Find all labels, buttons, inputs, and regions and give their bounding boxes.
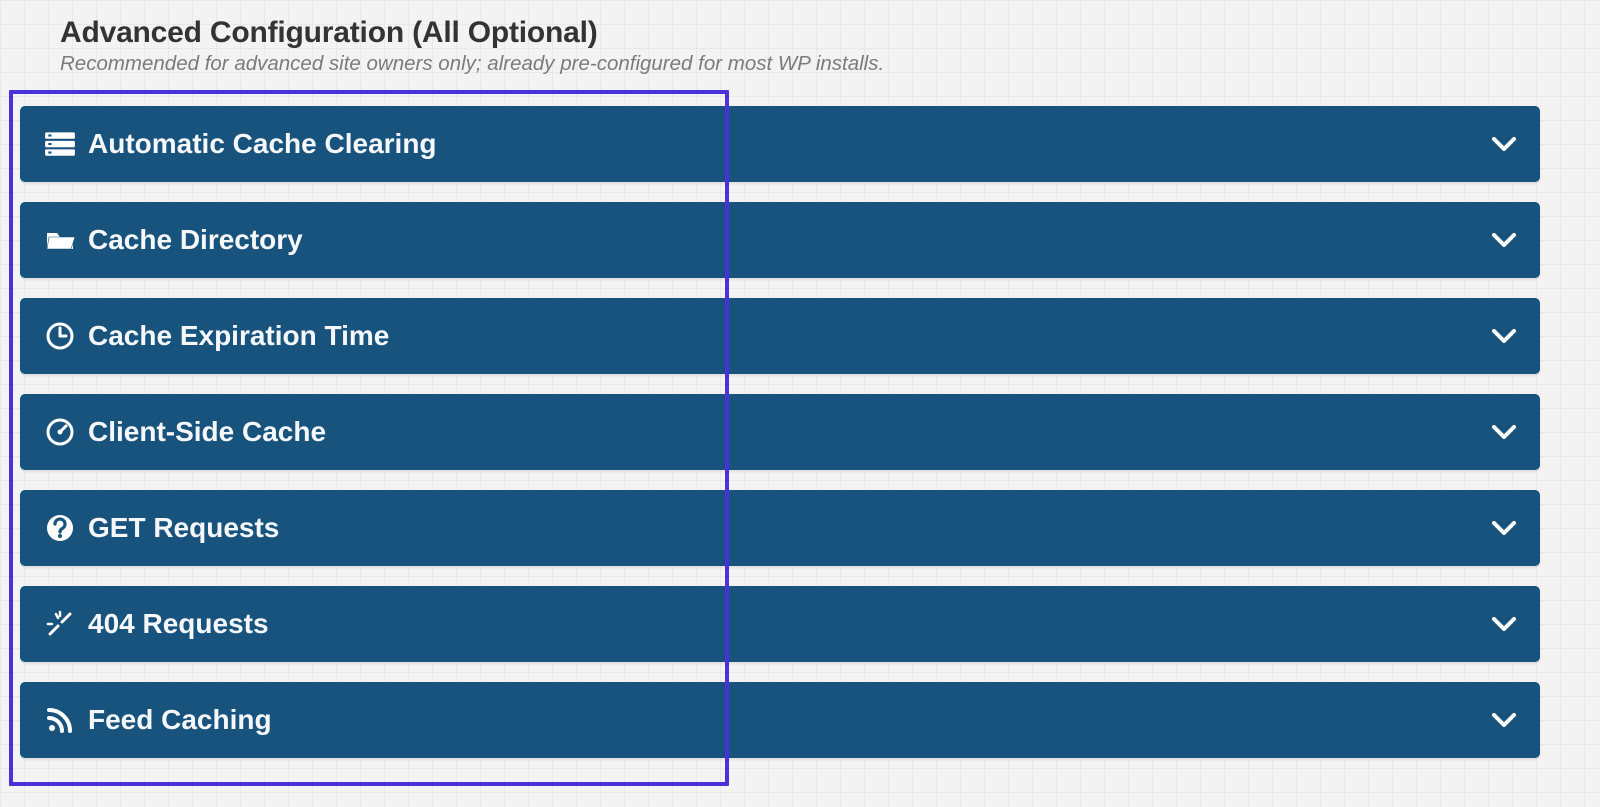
panel-automatic-cache-clearing[interactable]: Automatic Cache Clearing xyxy=(20,106,1540,182)
panel-cache-directory[interactable]: Cache Directory xyxy=(20,202,1540,278)
panel-cache-expiration-time[interactable]: Cache Expiration Time xyxy=(20,298,1540,374)
panel-label: Client-Side Cache xyxy=(88,416,326,448)
panel-client-side-cache[interactable]: Client-Side Cache xyxy=(20,394,1540,470)
panel-404-requests[interactable]: 404 Requests xyxy=(20,586,1540,662)
chevron-down-icon xyxy=(1490,419,1518,445)
question-circle-icon xyxy=(36,512,84,544)
broken-link-icon xyxy=(36,608,84,640)
section-title: Advanced Configuration (All Optional) xyxy=(60,16,1540,50)
panel-label: Cache Expiration Time xyxy=(88,320,389,352)
panel-feed-caching[interactable]: Feed Caching xyxy=(20,682,1540,758)
chevron-down-icon xyxy=(1490,323,1518,349)
chevron-down-icon xyxy=(1490,707,1518,733)
panel-get-requests[interactable]: GET Requests xyxy=(20,490,1540,566)
chevron-down-icon xyxy=(1490,131,1518,157)
chevron-down-icon xyxy=(1490,611,1518,637)
chevron-down-icon xyxy=(1490,227,1518,253)
advanced-config-container: Advanced Configuration (All Optional) Re… xyxy=(20,0,1540,758)
server-icon xyxy=(36,129,84,159)
section-header: Advanced Configuration (All Optional) Re… xyxy=(20,0,1540,76)
panel-label: Cache Directory xyxy=(88,224,303,256)
panel-label: 404 Requests xyxy=(88,608,269,640)
folder-open-icon xyxy=(36,225,84,255)
panel-label: GET Requests xyxy=(88,512,279,544)
section-subtitle: Recommended for advanced site owners onl… xyxy=(60,52,1540,76)
panel-label: Automatic Cache Clearing xyxy=(88,128,437,160)
rss-icon xyxy=(36,704,84,736)
chevron-down-icon xyxy=(1490,515,1518,541)
clock-icon xyxy=(36,320,84,352)
accordion: Automatic Cache Clearing Cache Directory… xyxy=(20,106,1540,758)
dashboard-icon xyxy=(36,416,84,448)
panel-label: Feed Caching xyxy=(88,704,272,736)
